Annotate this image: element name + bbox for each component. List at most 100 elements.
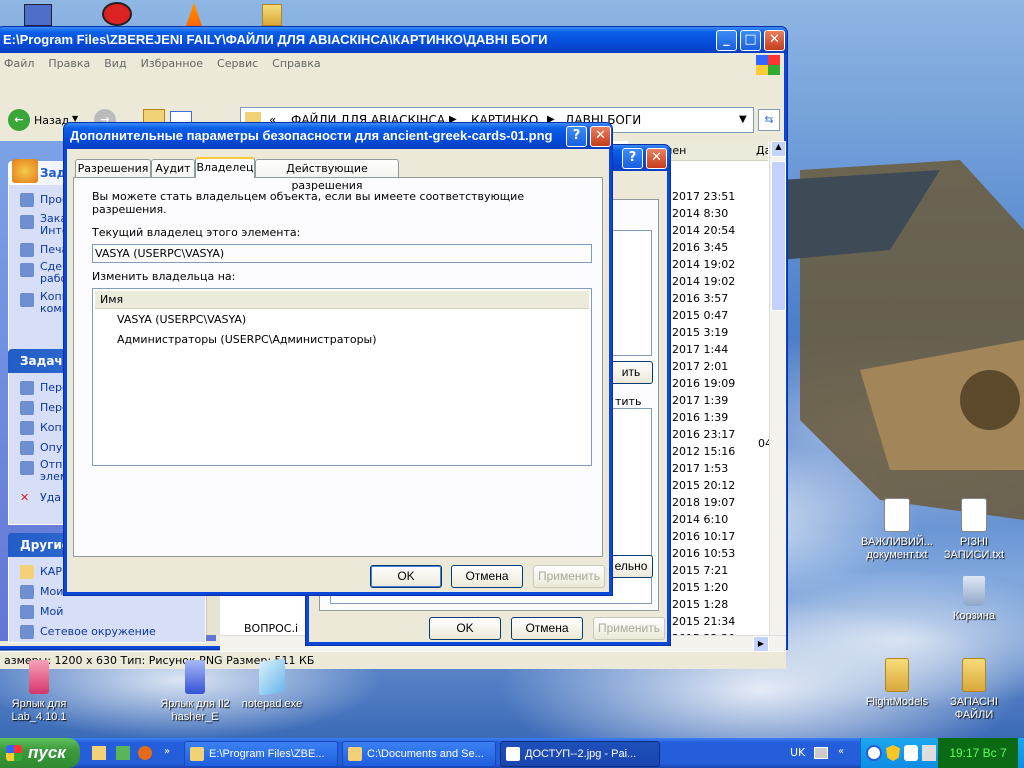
side-item[interactable]: Мой: [20, 603, 63, 621]
close-button[interactable]: ✕: [590, 126, 611, 147]
language-indicator[interactable]: UK: [790, 746, 805, 759]
date-cell: 2014 6:10: [670, 511, 770, 528]
date-cell: 2015 21:34: [670, 613, 770, 630]
text-file-icon: [884, 498, 910, 532]
help-button[interactable]: ?: [566, 126, 587, 147]
edit-button[interactable]: ить: [609, 361, 653, 384]
side-item[interactable]: Копи комп: [20, 291, 69, 315]
date-cell: 2014 8:30: [670, 205, 770, 222]
side-item[interactable]: Пере: [20, 399, 69, 417]
scroll-right-arrow[interactable]: ▶: [753, 636, 769, 652]
side-item[interactable]: Опу: [20, 439, 62, 457]
close-button[interactable]: ✕: [646, 148, 667, 169]
tray-icon[interactable]: [866, 745, 882, 761]
quicklaunch-icon[interactable]: [116, 746, 130, 760]
apply-button[interactable]: Применить: [593, 617, 665, 640]
side-item[interactable]: КАР: [20, 563, 62, 581]
column-header-next[interactable]: Да: [752, 141, 768, 161]
task-explorer[interactable]: E:\Program Files\ZBE...: [184, 741, 338, 767]
side-item[interactable]: ✕ Уда: [20, 489, 61, 507]
folder-icon-top[interactable]: [262, 4, 282, 26]
desktop-icon-doc[interactable]: ВАЖЛИВИЙ... документ.txt: [855, 498, 939, 562]
go-button[interactable]: ⇆: [758, 109, 780, 131]
address-dropdown-icon[interactable]: ▼: [739, 108, 747, 132]
quicklaunch-icon[interactable]: [92, 746, 106, 760]
desktop-icon-shortcut[interactable]: Ярлык для Lab_4.10.1: [0, 660, 81, 724]
advanced-button[interactable]: ельно: [609, 555, 653, 578]
date-cell: 2016 10:53: [670, 545, 770, 562]
desktop-icon-shortcut[interactable]: Ярлык для Il2 hasher_E: [153, 660, 237, 724]
player-icon[interactable]: [102, 2, 132, 26]
menu-view[interactable]: Вид: [104, 57, 126, 70]
quicklaunch-icon[interactable]: [138, 746, 152, 760]
status-bar: азмеры: 1200 x 630 Тип: Рисунок PNG Разм…: [0, 651, 786, 669]
date-cell: 2017 1:39: [670, 392, 770, 409]
recycle-bin-icon: [963, 576, 985, 606]
fragment-label: тить: [615, 395, 642, 408]
side-item[interactable]: Мои: [20, 583, 63, 601]
quicklaunch-more-icon[interactable]: »: [164, 746, 170, 757]
menu-help[interactable]: Справка: [272, 57, 320, 70]
cancel-button[interactable]: Отмена: [511, 617, 583, 640]
notepad-icon: [259, 658, 285, 696]
scroll-up-arrow[interactable]: ▲: [771, 141, 786, 157]
side-item[interactable]: Печа: [20, 241, 68, 259]
minimize-button[interactable]: _: [716, 30, 737, 51]
file-list-vscrollbar[interactable]: ▲: [769, 141, 786, 635]
keyboard-icon[interactable]: [814, 747, 828, 759]
date-cell: 2015 3:19: [670, 324, 770, 341]
tab-effective-permissions[interactable]: Действующие разрешения: [255, 159, 399, 192]
date-cell: 2017 23:51: [670, 188, 770, 205]
date-cell: 2016 3:45: [670, 239, 770, 256]
side-item[interactable]: Зака Инте: [20, 213, 69, 237]
date-cell: 2015 1:28: [670, 596, 770, 613]
menu-favorites[interactable]: Избранное: [141, 57, 203, 70]
ok-button[interactable]: OK: [429, 617, 501, 640]
folder-icon: [885, 658, 909, 692]
task-documents[interactable]: C:\Documents and Se...: [342, 741, 496, 767]
desktop-icon-recycle-bin[interactable]: Корзина: [932, 576, 1016, 623]
tab-owner[interactable]: Владелец: [195, 157, 255, 178]
side-item[interactable]: Прос: [20, 191, 68, 209]
task-paint[interactable]: ДОСТУП--2.jpg - Pai...: [500, 741, 660, 767]
owner-list[interactable]: Имя VASYA (USERPC\VASYA) Администраторы …: [92, 288, 592, 466]
start-button[interactable]: пуск: [0, 738, 80, 768]
desktop-icon-folder[interactable]: ЗАПАСНІ ФАЙЛИ: [932, 658, 1016, 722]
current-owner-label: Текущий владелец этого элемента:: [92, 226, 301, 239]
back-arrow-icon[interactable]: ←: [8, 109, 30, 131]
menu-tools[interactable]: Сервис: [217, 57, 258, 70]
date-cell: 2015 20:12: [670, 477, 770, 494]
scroll-thumb[interactable]: [771, 161, 786, 311]
apply-button[interactable]: Применить: [533, 565, 605, 588]
cancel-button[interactable]: Отмена: [451, 565, 523, 588]
desktop-icon-top-1[interactable]: [24, 4, 52, 26]
ok-button[interactable]: OK: [370, 565, 442, 588]
desktop-icon-doc[interactable]: РІЗНІ ЗАПИСИ.txt: [932, 498, 1016, 562]
tab-audit[interactable]: Аудит: [151, 159, 195, 177]
clock[interactable]: 19:17 Вс 7: [938, 738, 1018, 768]
desktop-icon-notepad[interactable]: notepad.exe: [230, 658, 314, 711]
list-item[interactable]: VASYA (USERPC\VASYA): [117, 313, 246, 326]
maximize-button[interactable]: □: [740, 30, 761, 51]
side-item[interactable]: Отп элем: [20, 459, 68, 483]
side-item[interactable]: Сде рабо: [20, 261, 67, 285]
date-cell: 2015 1:20: [670, 579, 770, 596]
menu-edit[interactable]: Правка: [48, 57, 90, 70]
list-item[interactable]: Администраторы (USERPC\Администраторы): [117, 333, 377, 346]
close-button[interactable]: ✕: [764, 30, 785, 51]
file-name-fragment[interactable]: ВОПРОС.і: [244, 622, 298, 635]
help-button[interactable]: ?: [622, 148, 643, 169]
tab-permissions[interactable]: Разрешения: [75, 159, 151, 177]
side-item[interactable]: Сетевое окружение: [20, 623, 156, 641]
side-item[interactable]: Копи: [20, 419, 69, 437]
desktop-icon-folder[interactable]: FlightModels: [855, 658, 939, 709]
date-cell: 2015 0:47: [670, 307, 770, 324]
menu-bar: Файл Правка Вид Избранное Сервис Справка: [4, 57, 335, 75]
menu-file[interactable]: Файл: [4, 57, 34, 70]
date-cell: 2016 10:17: [670, 528, 770, 545]
side-item[interactable]: Пере: [20, 379, 69, 397]
tray-expand-icon[interactable]: «: [838, 746, 844, 757]
column-header-name[interactable]: Имя: [95, 291, 589, 309]
speaker-icon[interactable]: [922, 745, 936, 761]
tray-icon[interactable]: [904, 745, 918, 761]
